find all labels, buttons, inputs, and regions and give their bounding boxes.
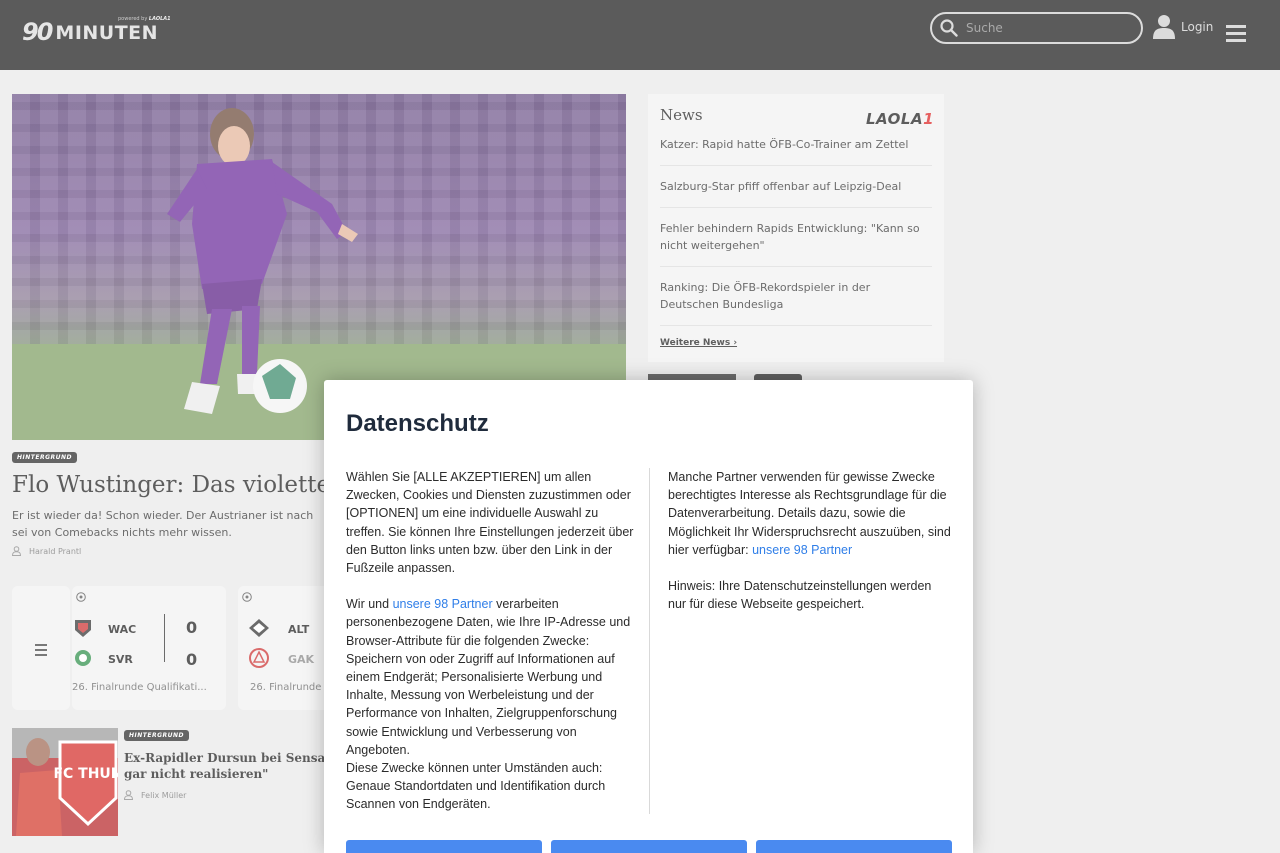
privacy-consent-dialog: Datenschutz Wählen Sie [ALLE AKZEPTIEREN…: [324, 380, 973, 853]
partners-link[interactable]: unsere 98 Partner: [393, 597, 493, 611]
column-divider: [649, 468, 650, 814]
consent-hint: Hinweis: Ihre Datenschutzeinstellungen w…: [668, 579, 932, 612]
dialog-title: Datenschutz: [346, 410, 489, 437]
consent-left-column: Wählen Sie [ALLE AKZEPTIEREN] um allen Z…: [346, 468, 636, 814]
consent-button-2[interactable]: [551, 840, 747, 853]
consent-purposes: Wir und unsere 98 Partner verarbeiten pe…: [346, 597, 631, 812]
consent-button-3[interactable]: [756, 840, 952, 853]
legitimate-interest-text: Manche Partner verwenden für gewisse Zwe…: [668, 470, 951, 557]
consent-right-column: Manche Partner verwenden für gewisse Zwe…: [668, 468, 952, 613]
partners-link[interactable]: unsere 98 Partner: [752, 543, 852, 557]
consent-button-1[interactable]: [346, 840, 542, 853]
consent-intro: Wählen Sie [ALLE AKZEPTIEREN] um allen Z…: [346, 470, 634, 576]
